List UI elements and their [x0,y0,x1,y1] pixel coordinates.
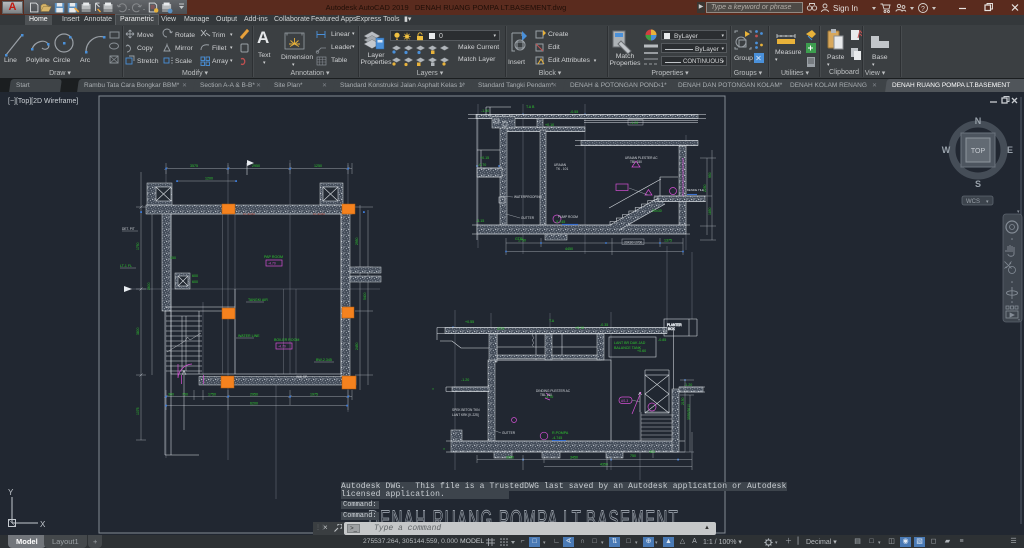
svg-text:20x30: 20x30 [652,209,662,213]
svg-text:Y: Y [8,488,14,497]
svg-text:TANGKI AIR: TANGKI AIR [248,298,268,302]
svg-text:3450: 3450 [570,456,578,460]
svg-text:20X30=2700: 20X30=2700 [624,241,642,245]
svg-text:-3.15: -3.15 [476,219,484,223]
svg-text:AS-3: AS-3 [621,399,628,403]
svg-text:DET. PIT: DET. PIT [122,227,135,231]
svg-text:-1.20: -1.20 [630,121,638,125]
svg-text:S: S [975,179,981,189]
svg-text:LANT BR DAK JAD: LANT BR DAK JAD [614,341,646,345]
svg-text:600: 600 [192,280,198,284]
svg-text:1075: 1075 [136,407,140,415]
svg-text:-0.35: -0.35 [600,323,608,327]
svg-text:Sign In: Sign In [833,4,858,13]
svg-text:150: 150 [170,256,176,260]
svg-text:BOILER ROOM: BOILER ROOM [274,338,299,342]
svg-text:-0.85: -0.85 [658,338,666,342]
svg-text:×: × [443,447,445,451]
svg-text:2450: 2450 [355,342,359,350]
svg-text:1750: 1750 [518,239,526,243]
svg-text:1750: 1750 [136,242,140,250]
svg-text:N: N [975,116,982,126]
svg-text:E: E [1007,145,1013,155]
svg-text:TK - 101: TK - 101 [556,167,568,171]
svg-text:GUTTER: GUTTER [502,431,516,435]
svg-text:1200: 1200 [205,177,213,181]
svg-text:▾: ▾ [1018,317,1020,322]
svg-text:2950: 2950 [355,237,359,245]
svg-text:BW-2.345: BW-2.345 [316,358,332,362]
svg-text:+0.10: +0.10 [575,326,584,330]
svg-text:-1.20: -1.20 [684,383,692,387]
svg-text:450: 450 [649,450,655,454]
svg-text:R.POMPA: R.POMPA [552,431,569,435]
svg-text:PAP ROOM: PAP ROOM [264,255,283,259]
svg-text:BESIDE TILE: BESIDE TILE [687,188,704,192]
svg-text:-4.70: -4.70 [268,262,276,266]
svg-text:-0.70: -0.70 [478,163,486,167]
svg-text:-1.00: -1.00 [481,109,489,113]
svg-text:1750: 1750 [208,393,216,397]
svg-text:-4.745: -4.745 [552,436,562,440]
svg-text:[−][Top][2D Wireframe]: [−][Top][2D Wireframe] [8,98,78,105]
svg-text:750: 750 [630,454,636,458]
svg-text:2150: 2150 [681,397,685,405]
svg-text:3800: 3800 [136,327,140,335]
svg-text:PUMP ROOM: PUMP ROOM [558,215,578,219]
svg-text:1975: 1975 [310,393,318,397]
svg-text:750: 750 [182,393,188,397]
svg-text:GTR: GTR [497,327,505,331]
svg-text:LT-1 FL: LT-1 FL [120,264,132,268]
svg-text:T.A: T.A [549,319,555,323]
svg-text:2950: 2950 [252,164,260,168]
svg-text:6200: 6200 [250,402,258,406]
svg-text:SPEK BETON TKN: SPEK BETON TKN [452,408,480,412]
svg-text:1375: 1375 [664,239,672,243]
svg-text:600: 600 [192,274,198,278]
svg-text:WW SP: WW SP [296,375,307,379]
svg-text:+0.60: +0.60 [637,349,646,353]
svg-text:K1 40/40: K1 40/40 [313,212,325,216]
svg-text:-5.745: -5.745 [555,220,565,224]
svg-text:WCS: WCS [966,199,980,205]
svg-text:2950: 2950 [250,393,258,397]
svg-text:WATER LINE: WATER LINE [238,334,260,338]
svg-text:-1.20: -1.20 [461,378,469,382]
svg-text:K1 40/40: K1 40/40 [243,212,255,216]
svg-text:LANT KRK [K-225]: LANT KRK [K-225] [452,413,479,417]
svg-text:X: X [40,520,46,529]
svg-text:1250: 1250 [314,164,322,168]
svg-text:TBL 150: TBL 150 [630,160,642,164]
svg-text:950: 950 [708,172,712,178]
svg-text:×: × [432,387,434,391]
svg-text:+0.15: +0.15 [480,156,489,160]
svg-text:1850: 1850 [708,207,712,215]
svg-text:-4.70: -4.70 [278,345,286,349]
svg-text:BOX: BOX [668,327,676,331]
svg-text:2600: 2600 [147,282,151,290]
svg-text:+0.10: +0.10 [545,123,554,127]
svg-text:TOP: TOP [971,148,986,155]
svg-text:3050: 3050 [506,456,514,460]
svg-text:3595/3610: 3595/3610 [687,404,691,420]
svg-text:300: 300 [168,393,174,397]
svg-text:T.A B: T.A B [526,105,535,109]
svg-text:?: ? [921,6,925,13]
svg-text:+0.55: +0.55 [465,320,474,324]
svg-text:5400: 5400 [363,292,367,300]
svg-text:W: W [942,145,951,155]
svg-text:TBL 150: TBL 150 [540,393,552,397]
svg-text:3575: 3575 [190,164,198,168]
svg-text:GUTTER: GUTTER [521,216,535,220]
svg-text:WATERPROOFING: WATERPROOFING [514,195,543,199]
svg-text:-0.55: -0.55 [570,110,578,114]
svg-text:4450: 4450 [565,247,573,251]
